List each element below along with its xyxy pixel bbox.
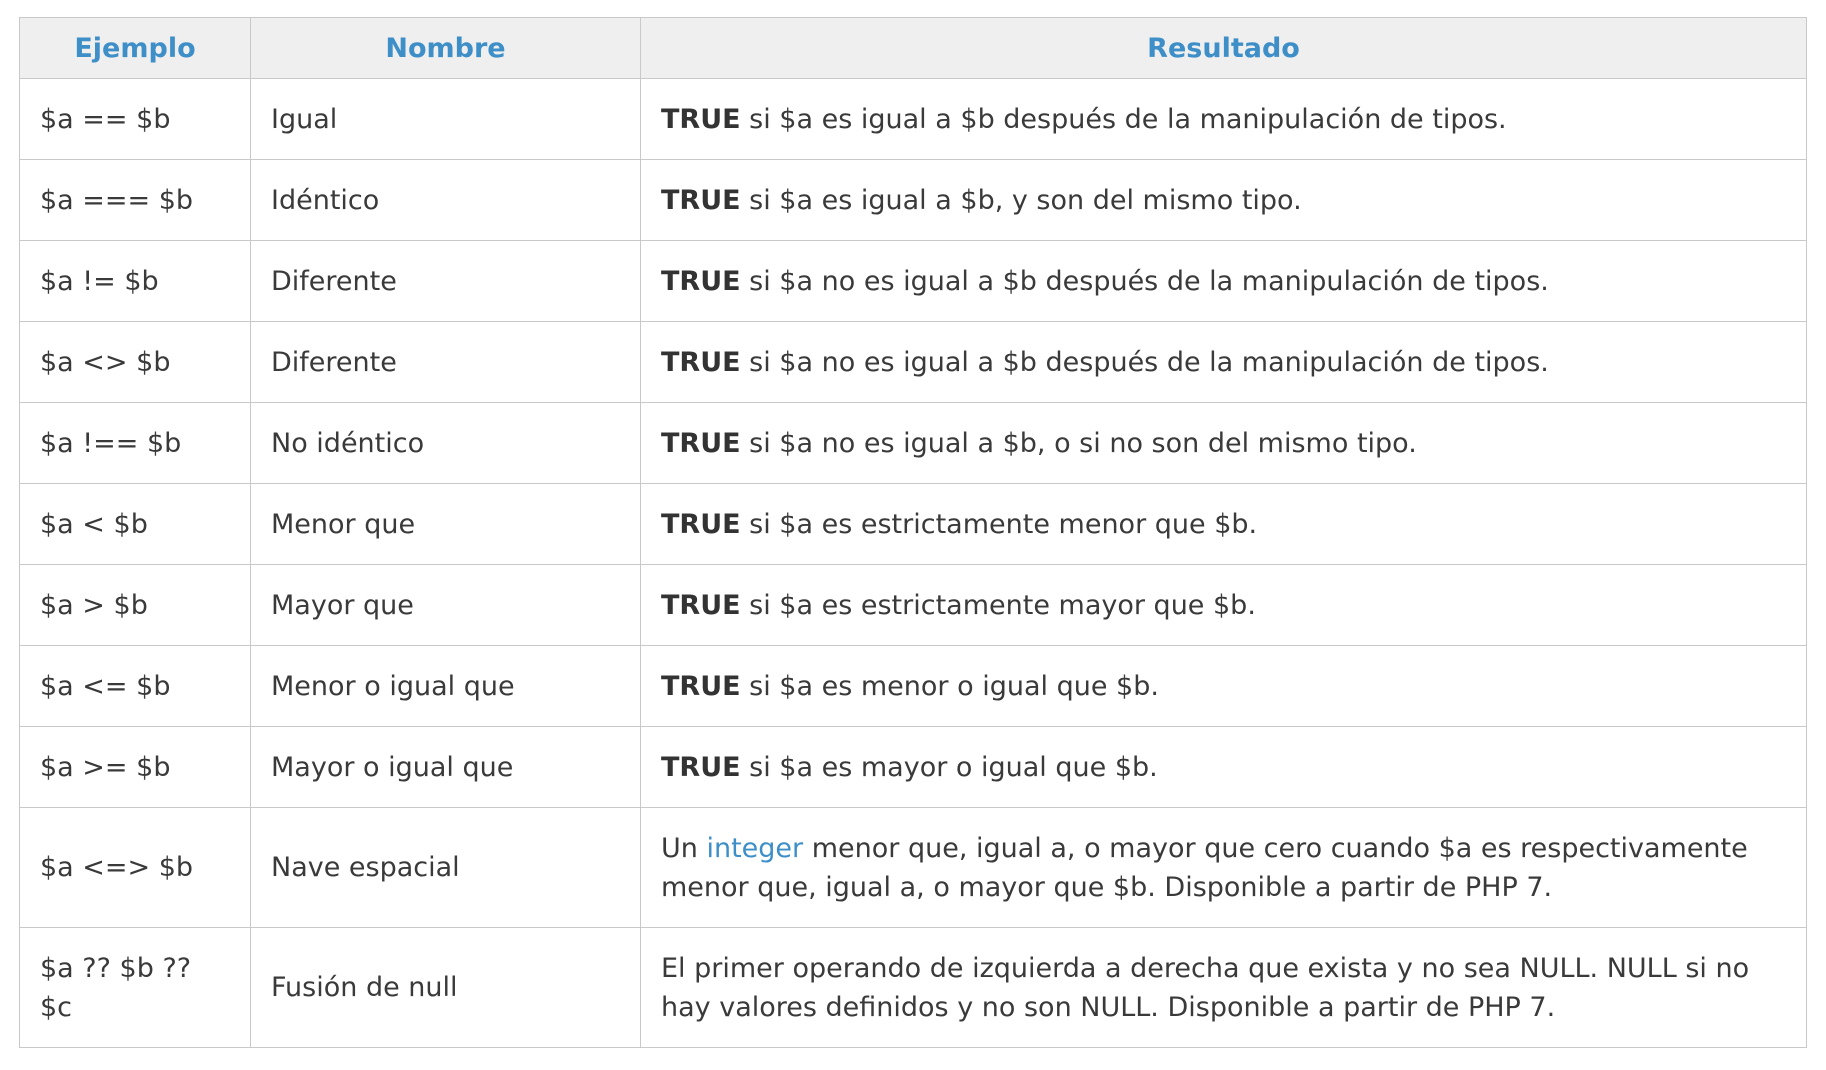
- result-text: si $a no es igual a $b después de la man…: [740, 346, 1549, 378]
- cell-example: $a <=> $b: [19, 807, 251, 928]
- cell-result: TRUE si $a es menor o igual que $b.: [640, 645, 1807, 727]
- cell-result: TRUE si $a es igual a $b, y son del mism…: [640, 159, 1807, 241]
- result-text-suffix: menor que, igual a, o mayor que cero cua…: [661, 832, 1748, 903]
- cell-name: Diferente: [250, 240, 641, 322]
- cell-example: $a <= $b: [19, 645, 251, 727]
- true-keyword: TRUE: [661, 103, 741, 135]
- table-row: $a > $b Mayor que TRUE si $a es estricta…: [19, 564, 1807, 646]
- cell-result: TRUE si $a no es igual a $b, o si no son…: [640, 402, 1807, 484]
- cell-result: El primer operando de izquierda a derech…: [640, 927, 1807, 1048]
- table-row: $a <> $b Diferente TRUE si $a no es igua…: [19, 321, 1807, 403]
- cell-name: No idéntico: [250, 402, 641, 484]
- cell-name: Menor o igual que: [250, 645, 641, 727]
- true-keyword: TRUE: [661, 589, 741, 621]
- true-keyword: TRUE: [661, 265, 741, 297]
- cell-name: Menor que: [250, 483, 641, 565]
- table-row: $a >= $b Mayor o igual que TRUE si $a es…: [19, 726, 1807, 808]
- cell-result: TRUE si $a no es igual a $b después de l…: [640, 321, 1807, 403]
- cell-result: TRUE si $a es mayor o igual que $b.: [640, 726, 1807, 808]
- table-header-row: Ejemplo Nombre Resultado: [19, 17, 1807, 79]
- table-row: $a <=> $b Nave espacial Un integer menor…: [19, 807, 1807, 928]
- cell-example: $a <> $b: [19, 321, 251, 403]
- table-row: $a === $b Idéntico TRUE si $a es igual a…: [19, 159, 1807, 241]
- cell-example: $a == $b: [19, 78, 251, 160]
- true-keyword: TRUE: [661, 670, 741, 702]
- true-keyword: TRUE: [661, 751, 741, 783]
- table-row: $a != $b Diferente TRUE si $a no es igua…: [19, 240, 1807, 322]
- integer-type-link[interactable]: integer: [706, 833, 803, 864]
- cell-result: Un integer menor que, igual a, o mayor q…: [640, 807, 1807, 928]
- comparison-operators-table: Ejemplo Nombre Resultado $a == $b Igual …: [19, 17, 1807, 1048]
- cell-name: Mayor que: [250, 564, 641, 646]
- cell-result: TRUE si $a es estrictamente menor que $b…: [640, 483, 1807, 565]
- table-row: $a ?? $b ?? $c Fusión de null El primer …: [19, 927, 1807, 1048]
- result-text: si $a es menor o igual que $b.: [740, 670, 1159, 702]
- result-text: si $a es igual a $b, y son del mismo tip…: [740, 184, 1302, 216]
- cell-name: Idéntico: [250, 159, 641, 241]
- header-example: Ejemplo: [19, 17, 251, 79]
- cell-example: $a === $b: [19, 159, 251, 241]
- true-keyword: TRUE: [661, 508, 741, 540]
- cell-name: Diferente: [250, 321, 641, 403]
- result-text-prefix: Un: [661, 832, 707, 864]
- result-text: si $a es estrictamente mayor que $b.: [740, 589, 1256, 621]
- cell-example: $a >= $b: [19, 726, 251, 808]
- cell-name: Fusión de null: [250, 927, 641, 1048]
- cell-name: Mayor o igual que: [250, 726, 641, 808]
- result-text: si $a no es igual a $b después de la man…: [740, 265, 1549, 297]
- table-row: $a < $b Menor que TRUE si $a es estricta…: [19, 483, 1807, 565]
- cell-name: Igual: [250, 78, 641, 160]
- table-row: $a !== $b No idéntico TRUE si $a no es i…: [19, 402, 1807, 484]
- result-text: si $a es estrictamente menor que $b.: [740, 508, 1258, 540]
- comparison-operators-table-container: Ejemplo Nombre Resultado $a == $b Igual …: [19, 17, 1807, 1048]
- cell-result: TRUE si $a es estrictamente mayor que $b…: [640, 564, 1807, 646]
- result-text: si $a no es igual a $b, o si no son del …: [740, 427, 1417, 459]
- cell-result: TRUE si $a no es igual a $b después de l…: [640, 240, 1807, 322]
- cell-example: $a != $b: [19, 240, 251, 322]
- cell-example: $a > $b: [19, 564, 251, 646]
- cell-example: $a !== $b: [19, 402, 251, 484]
- table-row: $a <= $b Menor o igual que TRUE si $a es…: [19, 645, 1807, 727]
- header-name: Nombre: [250, 17, 641, 79]
- cell-example: $a < $b: [19, 483, 251, 565]
- true-keyword: TRUE: [661, 427, 741, 459]
- cell-result: TRUE si $a es igual a $b después de la m…: [640, 78, 1807, 160]
- true-keyword: TRUE: [661, 184, 741, 216]
- result-text: si $a es igual a $b después de la manipu…: [740, 103, 1507, 135]
- cell-name: Nave espacial: [250, 807, 641, 928]
- cell-example: $a ?? $b ?? $c: [19, 927, 251, 1048]
- header-result: Resultado: [640, 17, 1807, 79]
- result-text: si $a es mayor o igual que $b.: [740, 751, 1158, 783]
- table-row: $a == $b Igual TRUE si $a es igual a $b …: [19, 78, 1807, 160]
- true-keyword: TRUE: [661, 346, 741, 378]
